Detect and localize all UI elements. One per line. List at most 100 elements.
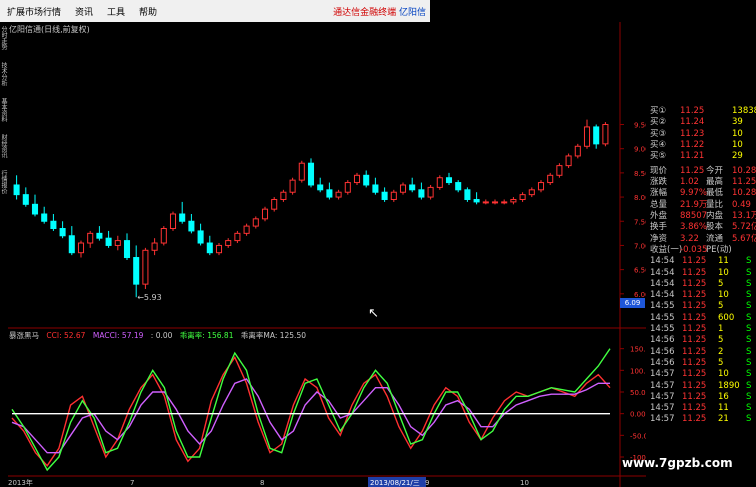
candle-body (188, 220, 195, 232)
indicator-name[interactable]: 暴涨黑马 (9, 331, 39, 340)
tick-side: S (746, 369, 752, 380)
tick-time: 14:56 (650, 335, 675, 346)
candle-body (289, 179, 296, 193)
tick-side: S (746, 278, 752, 289)
stat-label: 今开 (706, 165, 724, 176)
candle-body (298, 162, 305, 181)
stat-label: 最高 (706, 177, 724, 188)
tick-price: 11.25 (682, 414, 707, 425)
bid-volume: 10 (732, 139, 743, 150)
candle-body (197, 230, 204, 244)
tick-time: 14:56 (650, 357, 675, 368)
candle-body (565, 155, 572, 167)
candle-body (179, 213, 186, 222)
stat-value: 1.02 (680, 177, 699, 188)
quote-panel: 买①11.25138389买②11.2439买③11.2310买④11.2210… (646, 106, 756, 487)
candle-body (583, 126, 591, 147)
candle-body (547, 174, 554, 184)
indicator-tick-label: 0.00 (630, 411, 646, 419)
tick-volume: 5 (718, 301, 724, 312)
candle-body (510, 198, 517, 203)
stat-label: 股本 (706, 222, 724, 233)
candle-body (528, 189, 535, 196)
stat-label: 外盘 (650, 211, 668, 222)
candle-body (464, 189, 471, 200)
kline-chart[interactable]: ←5.93 9.509.008.508.007.507.006.506.0015… (0, 0, 756, 487)
tick-volume: 11 (718, 256, 729, 267)
tick-row: 14:55 11.25 1 S (646, 324, 756, 335)
candle-body (501, 201, 508, 204)
candle-body (206, 242, 213, 254)
tick-volume: 1890 (718, 380, 740, 391)
bid-row: 买② 11.24 39 (646, 117, 756, 128)
tick-row: 14:55 11.25 5 S (646, 301, 756, 312)
tick-price: 11.25 (682, 335, 707, 346)
candle-body (455, 182, 462, 191)
candle-body (87, 232, 94, 244)
tick-row: 14:54 11.25 10 S (646, 268, 756, 279)
candle-body (105, 237, 112, 246)
candle-body (317, 184, 324, 191)
candle-body (335, 191, 342, 198)
stat-label: 涨幅 (650, 188, 668, 199)
candle-body (482, 201, 489, 204)
bid-row: 买① 11.25 138389 (646, 106, 756, 117)
x-axis-label: 8 (260, 479, 264, 487)
candle-body (326, 189, 333, 198)
candle-body (399, 184, 407, 193)
stat-label: 现价 (650, 165, 668, 176)
candle-body (436, 177, 443, 188)
tick-row: 14:55 11.25 600 S (646, 313, 756, 324)
candle-body (50, 220, 57, 230)
tick-side: S (746, 346, 752, 357)
tick-price: 11.25 (682, 256, 707, 267)
candle-body (77, 242, 85, 254)
tick-price: 11.25 (682, 301, 707, 312)
candle-body (252, 218, 259, 227)
stat-value: 13.1万 (732, 211, 756, 222)
tick-time: 14:54 (650, 278, 675, 289)
candle-body (96, 232, 103, 239)
x-axis-label: 2013年 (8, 478, 33, 487)
tick-row: 14:54 11.25 10 S (646, 290, 756, 301)
candle-body (13, 184, 20, 196)
candle-body (160, 228, 167, 244)
x-axis-label: 2013/08/21/三 (370, 479, 420, 487)
indicator-bias-label: 乖离率: 156.81 (179, 331, 234, 340)
tick-price: 11.25 (682, 346, 707, 357)
indicator-cci-label: CCI: 52.67 (46, 331, 86, 340)
candle-body (574, 145, 581, 157)
candle-body (445, 177, 453, 184)
tick-volume: 1 (718, 324, 724, 335)
candle-body (142, 249, 149, 285)
candle-body (363, 174, 370, 186)
tick-price: 11.25 (682, 391, 707, 402)
tick-side: S (746, 335, 752, 346)
candle-series: ←5.93 (13, 119, 609, 302)
stat-row: 涨幅 9.97% 最低 10.28 (646, 188, 756, 199)
indicator-line-乖离率 (11, 348, 611, 472)
bid-price: 11.24 (680, 117, 705, 128)
candle-body (59, 228, 66, 237)
mouse-cursor-icon: ↖ (368, 306, 379, 321)
stat-label: 涨跌 (650, 177, 668, 188)
candle-body (602, 124, 609, 145)
tick-time: 14:55 (650, 324, 675, 335)
candle-body (22, 194, 29, 205)
tick-side: S (746, 312, 752, 323)
candle-body (427, 186, 434, 198)
stat-row: 总量 21.9万 量比 0.49 (646, 200, 756, 211)
stat-row: 现价 11.25 今开 10.28 (646, 166, 756, 177)
tick-price: 11.25 (682, 324, 707, 335)
candle-body (537, 182, 545, 191)
tick-volume: 5 (718, 357, 724, 368)
site-watermark: www.7gpzb.com (622, 456, 733, 470)
stat-value: 0.49 (732, 199, 751, 210)
tick-volume: 10 (718, 290, 729, 301)
x-axis-label: 7 (130, 479, 134, 487)
indicator-series (11, 348, 611, 472)
bid-label: 买⑤ (650, 151, 667, 162)
tick-volume: 11 (718, 403, 729, 414)
tick-row: 14:57 11.25 10 S (646, 369, 756, 380)
bid-volume: 39 (732, 117, 743, 128)
